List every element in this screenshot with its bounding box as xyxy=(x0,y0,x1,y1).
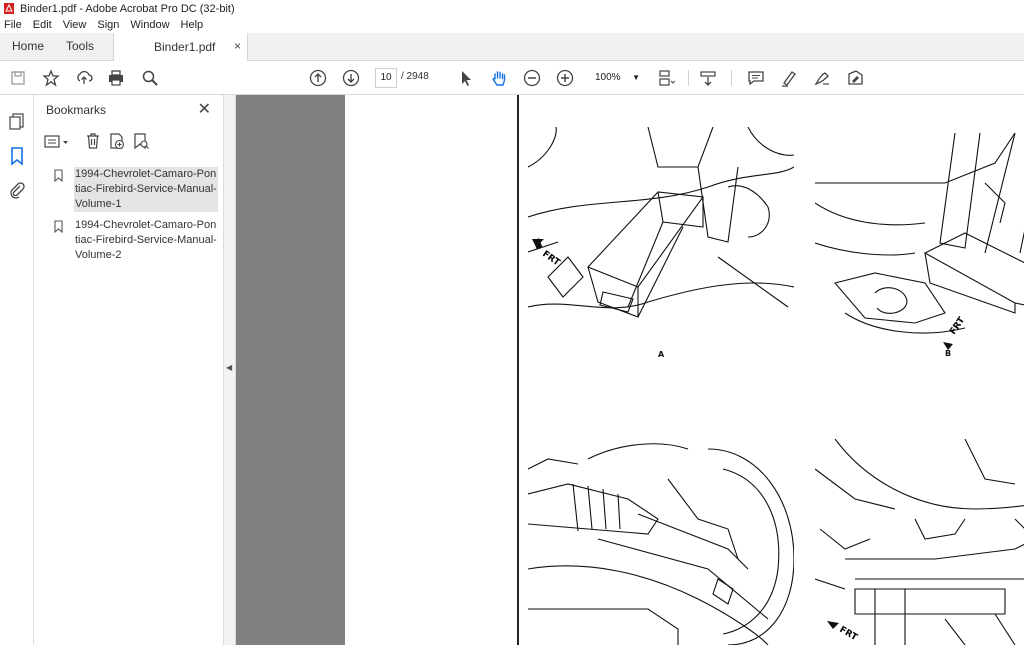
sign-icon[interactable] xyxy=(812,68,832,88)
tab-tools[interactable]: Tools xyxy=(66,33,94,60)
figure-label-b: B xyxy=(945,349,952,358)
zoom-in-icon[interactable] xyxy=(555,68,575,88)
menu-bar: File Edit View Sign Window Help xyxy=(0,17,1024,33)
frt-label: FRT xyxy=(948,315,967,337)
bookmark-icon xyxy=(54,169,63,182)
page-count: / 2948 xyxy=(401,71,429,82)
page-layout-icon[interactable] xyxy=(656,68,676,88)
bookmark-item-volume-2[interactable]: 1994-Chevrolet-Camaro-Pontiac-Firebird-S… xyxy=(54,218,218,264)
fill-sign-icon[interactable] xyxy=(845,68,865,88)
panel-collapse-handle[interactable]: ◀ xyxy=(224,95,236,645)
bookmark-label: 1994-Chevrolet-Camaro-Pontiac-Firebird-S… xyxy=(74,167,218,212)
search-icon[interactable] xyxy=(140,68,160,88)
bookmark-star-icon[interactable] xyxy=(41,68,61,88)
pdf-page: FRT A FRT B FRT xyxy=(345,95,1024,645)
menu-sign[interactable]: Sign xyxy=(97,19,119,31)
document-viewport[interactable]: FRT A FRT B FRT xyxy=(236,95,1024,645)
figure-label-a: A xyxy=(658,350,665,359)
title-bar: Binder1.pdf - Adobe Acrobat Pro DC (32-b… xyxy=(0,0,1024,17)
tab-bar: Home Tools Binder1.pdf × xyxy=(0,33,1024,61)
menu-help[interactable]: Help xyxy=(181,19,204,31)
window-title: Binder1.pdf - Adobe Acrobat Pro DC (32-b… xyxy=(20,2,235,15)
bookmarks-panel: Bookmarks ✕ 1994-Chevrolet-Camaro-Pontia… xyxy=(34,95,224,645)
figure-b-illustration: FRT xyxy=(815,133,1024,350)
print-icon[interactable] xyxy=(106,68,126,88)
find-bookmark-icon[interactable] xyxy=(132,132,150,150)
toolbar-divider xyxy=(731,70,732,86)
tab-document-label: Binder1.pdf xyxy=(154,40,216,54)
menu-edit[interactable]: Edit xyxy=(33,19,52,31)
toolbar: 10 / 2948 100% ▼ xyxy=(0,61,1024,95)
figure-a-illustration: FRT xyxy=(528,127,794,318)
page-frame-left xyxy=(517,95,519,645)
attachments-icon[interactable] xyxy=(7,180,27,200)
chevron-down-icon: ▼ xyxy=(632,73,640,82)
highlight-icon[interactable] xyxy=(779,68,799,88)
figure-d-illustration: FRT xyxy=(815,439,1024,645)
save-icon[interactable] xyxy=(8,68,28,88)
zoom-level-select[interactable]: 100% ▼ xyxy=(591,68,644,88)
options-menu-icon[interactable] xyxy=(44,134,70,150)
page-down-icon[interactable] xyxy=(341,68,361,88)
tab-document[interactable]: Binder1.pdf × xyxy=(113,33,248,61)
tab-home[interactable]: Home xyxy=(12,33,44,60)
frt-label: FRT xyxy=(838,625,860,643)
toolbar-divider xyxy=(688,70,689,86)
new-bookmark-icon[interactable] xyxy=(108,132,126,150)
figure-c-illustration xyxy=(528,443,794,645)
select-arrow-icon[interactable] xyxy=(456,68,476,88)
menu-window[interactable]: Window xyxy=(130,19,169,31)
bookmarks-toolbar xyxy=(44,131,214,153)
navigation-rail xyxy=(0,95,34,645)
menu-file[interactable]: File xyxy=(4,19,22,31)
tab-close-icon[interactable]: × xyxy=(234,39,241,53)
bookmark-label: 1994-Chevrolet-Camaro-Pontiac-Firebird-S… xyxy=(75,219,217,261)
chevron-left-icon: ◀ xyxy=(226,363,233,372)
menu-view[interactable]: View xyxy=(63,19,87,31)
bookmarks-title: Bookmarks xyxy=(46,103,107,117)
scroll-icon[interactable] xyxy=(698,68,718,88)
close-icon[interactable]: ✕ xyxy=(198,99,211,119)
page-thumbnails-icon[interactable] xyxy=(7,111,27,131)
bookmarks-panel-icon[interactable] xyxy=(7,146,27,166)
page-number-input[interactable]: 10 xyxy=(375,68,397,88)
delete-icon[interactable] xyxy=(84,132,102,150)
pdf-app-icon xyxy=(4,3,14,14)
upload-icon[interactable] xyxy=(74,68,94,88)
bookmark-item-volume-1[interactable]: 1994-Chevrolet-Camaro-Pontiac-Firebird-S… xyxy=(54,167,218,213)
zoom-level-value: 100% xyxy=(595,72,621,83)
bookmark-icon xyxy=(54,220,63,233)
comment-icon[interactable] xyxy=(746,68,766,88)
hand-icon[interactable] xyxy=(489,68,509,88)
page-up-icon[interactable] xyxy=(308,68,328,88)
zoom-out-icon[interactable] xyxy=(522,68,542,88)
